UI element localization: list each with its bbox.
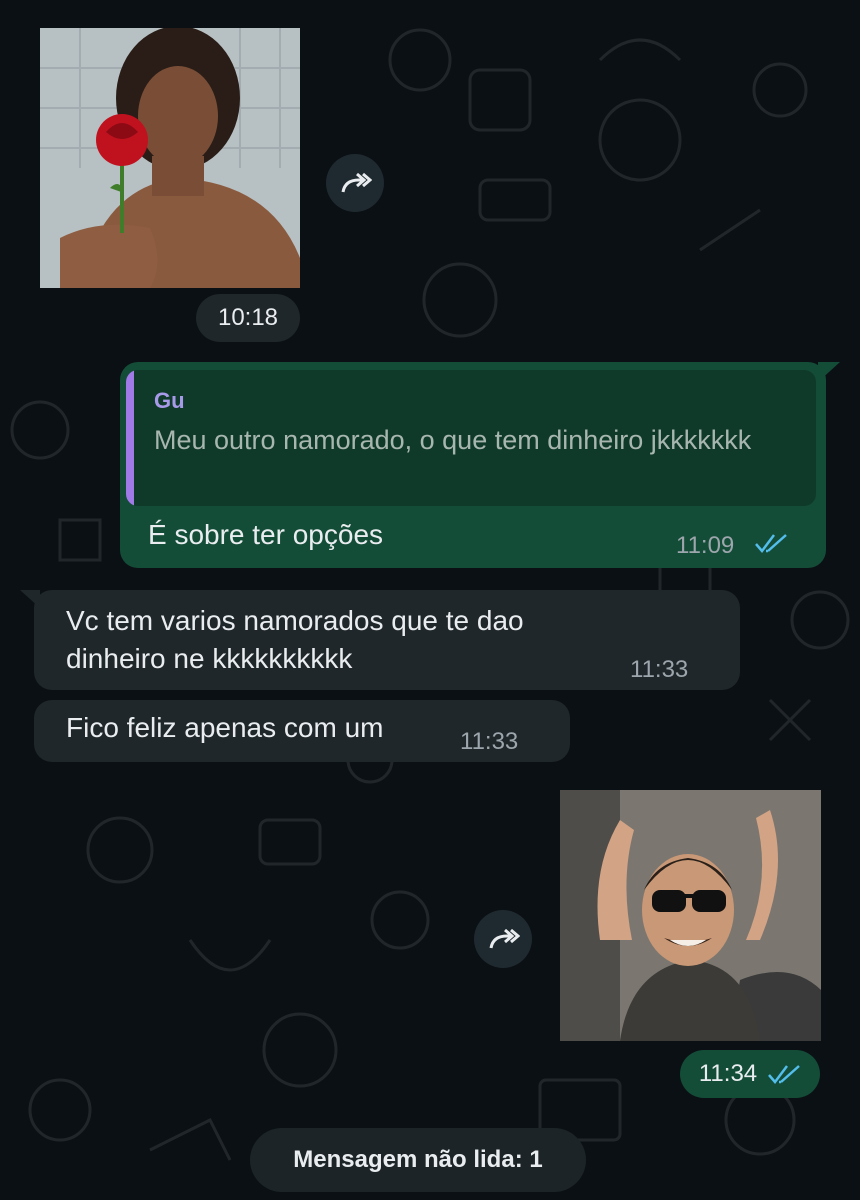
message-time: 10:18 xyxy=(196,294,300,342)
quote-text: Meu outro namorado, o que tem dinheiro j… xyxy=(154,425,752,455)
forward-button[interactable] xyxy=(474,910,532,968)
quote-author: Gu xyxy=(154,388,185,413)
outgoing-image-message[interactable] xyxy=(560,790,821,1041)
photo-man-with-rose xyxy=(40,28,300,288)
time-text: 11:34 xyxy=(698,1060,758,1087)
forward-icon xyxy=(341,172,372,193)
double-check-icon xyxy=(768,1065,800,1084)
photo-man-with-sunglasses xyxy=(560,790,821,1041)
message-time: 11:09 xyxy=(676,532,735,559)
quote-bar xyxy=(126,370,134,506)
time-text: 10:18 xyxy=(217,304,279,331)
unread-messages-banner[interactable]: Mensagem não lida: 1 xyxy=(250,1128,586,1192)
incoming-image-message[interactable] xyxy=(40,28,300,288)
message-status: 11:34 xyxy=(680,1050,820,1098)
message-text: Vc tem varios namorados que te dao dinhe… xyxy=(66,605,524,674)
bubble-tail xyxy=(818,362,840,382)
chat-area: 10:18 Gu Meu outro namorado, o que tem d… xyxy=(0,0,860,1200)
unread-text: Mensagem não lida: 1 xyxy=(293,1146,543,1173)
quoted-message[interactable]: Gu Meu outro namorado, o que tem dinheir… xyxy=(126,370,816,506)
message-text: Fico feliz apenas com um xyxy=(66,712,384,743)
forward-button[interactable] xyxy=(326,154,384,212)
message-time: 11:33 xyxy=(630,656,689,683)
message-time: 11:33 xyxy=(460,728,519,755)
bubble-tail xyxy=(20,590,40,608)
message-text: É sobre ter opções xyxy=(148,519,384,550)
forward-icon xyxy=(489,928,520,949)
double-check-icon xyxy=(755,534,787,553)
